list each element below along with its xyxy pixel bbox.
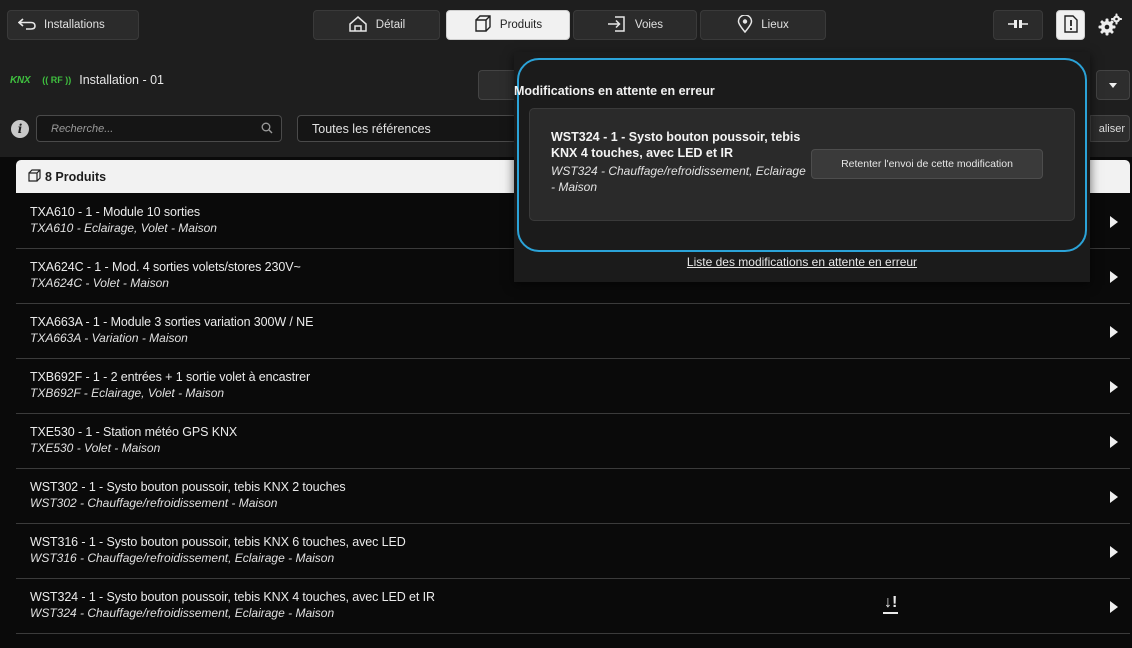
installation-dropdown-left[interactable]: [478, 70, 518, 100]
product-details: WST324 - Chauffage/refroidissement, Ecla…: [30, 606, 335, 620]
search-placeholder: Recherche...: [51, 122, 114, 135]
caret-down-icon: [1109, 82, 1117, 88]
list-item[interactable]: WST324 - 1 - Systo bouton poussoir, tebi…: [16, 579, 1130, 634]
info-icon[interactable]: i: [11, 120, 29, 138]
location-pin-icon: [737, 13, 753, 36]
document-alert-icon: [1063, 14, 1078, 36]
top-toolbar: Installations Détail Produits Voies Lieu…: [0, 0, 1132, 52]
box-icon: [474, 14, 492, 36]
tab-label: Voies: [634, 19, 664, 31]
box-icon: [28, 168, 41, 185]
product-name: TXB692F - 1 - 2 entrées + 1 sortie volet…: [30, 370, 311, 384]
tab-voies[interactable]: Voies: [573, 10, 697, 40]
list-item[interactable]: WST316 - 1 - Systo bouton poussoir, tebi…: [16, 524, 1130, 579]
products-count: 8 Produits: [45, 169, 107, 184]
home-icon: [348, 15, 368, 35]
chevron-right-icon: [1110, 326, 1118, 338]
list-item[interactable]: WST302 - 1 - Systo bouton poussoir, tebi…: [16, 469, 1130, 524]
chevron-right-icon: [1110, 436, 1118, 448]
product-details: TXA663A - Variation - Maison: [30, 331, 188, 345]
reference-filter-value: Toutes les références: [312, 121, 431, 136]
reference-filter-select[interactable]: Toutes les références: [297, 115, 517, 142]
card-title: WST324 - 1 - Systo bouton poussoir, tebi…: [551, 130, 801, 160]
back-label: Installations: [44, 19, 105, 31]
product-details: TXB692F - Eclairage, Volet - Maison: [30, 386, 225, 400]
settings-button[interactable]: [1096, 12, 1124, 40]
pending-document-button[interactable]: [1056, 10, 1085, 40]
synchronize-label: aliser: [1098, 122, 1125, 135]
product-name: WST324 - 1 - Systo bouton poussoir, tebi…: [30, 590, 435, 604]
pending-errors-list-link[interactable]: Liste des modifications en attente en er…: [514, 255, 1090, 269]
plug-connect-icon: [1007, 19, 1029, 32]
tab-produits[interactable]: Produits: [446, 10, 570, 40]
pending-modification-card: WST324 - 1 - Systo bouton poussoir, tebi…: [529, 108, 1075, 221]
chevron-right-icon: [1110, 601, 1118, 613]
tab-detail[interactable]: Détail: [313, 10, 440, 40]
card-subtitle: WST324 - Chauffage/refroidissement, Ecla…: [551, 164, 806, 194]
gears-icon: [1097, 13, 1123, 40]
chevron-right-icon: [1110, 491, 1118, 503]
list-item[interactable]: TXA663A - 1 - Module 3 sorties variation…: [16, 304, 1130, 359]
pending-errors-popup: Modifications en attente en erreur WST32…: [514, 52, 1090, 282]
popup-title: Modifications en attente en erreur: [514, 84, 715, 98]
tab-label: Lieux: [761, 19, 789, 31]
synchronize-button[interactable]: aliser: [1090, 115, 1130, 142]
installation-title: Installation - 01: [79, 73, 164, 87]
product-name: WST316 - 1 - Systo bouton poussoir, tebi…: [30, 535, 406, 549]
back-installations-button[interactable]: Installations: [7, 10, 139, 40]
pending-error-icon[interactable]: ↓!: [883, 594, 899, 614]
product-name: WST302 - 1 - Systo bouton poussoir, tebi…: [30, 480, 346, 494]
tab-label: Détail: [375, 19, 406, 31]
login-icon: [607, 15, 627, 36]
product-details: WST302 - Chauffage/refroidissement - Mai…: [30, 496, 278, 510]
chevron-right-icon: [1110, 216, 1118, 228]
installation-title-row: KNX (( RF )) Installation - 01: [10, 73, 164, 87]
tab-lieux[interactable]: Lieux: [700, 10, 826, 40]
chevron-right-icon: [1110, 271, 1118, 283]
rf-logo: (( RF )): [42, 75, 72, 85]
list-item[interactable]: TXB692F - 1 - 2 entrées + 1 sortie volet…: [16, 359, 1130, 414]
back-arrow-icon: [17, 17, 36, 33]
product-name: TXA663A - 1 - Module 3 sorties variation…: [30, 315, 314, 329]
product-details: WST316 - Chauffage/refroidissement, Ecla…: [30, 551, 335, 565]
search-icon: [261, 122, 273, 137]
retry-modification-button[interactable]: Retenter l'envoi de cette modification: [811, 149, 1043, 179]
list-item[interactable]: TXE530 - 1 - Station météo GPS KNX TXE53…: [16, 414, 1130, 469]
product-name: TXE530 - 1 - Station météo GPS KNX: [30, 425, 238, 439]
product-details: TXE530 - Volet - Maison: [30, 441, 161, 455]
search-input[interactable]: Recherche...: [36, 115, 282, 142]
chevron-right-icon: [1110, 381, 1118, 393]
tab-label: Produits: [499, 19, 543, 31]
chevron-right-icon: [1110, 546, 1118, 558]
knx-logo: KNX: [10, 74, 31, 86]
connection-button[interactable]: [993, 10, 1043, 40]
installation-dropdown-toggle[interactable]: [1096, 70, 1130, 100]
